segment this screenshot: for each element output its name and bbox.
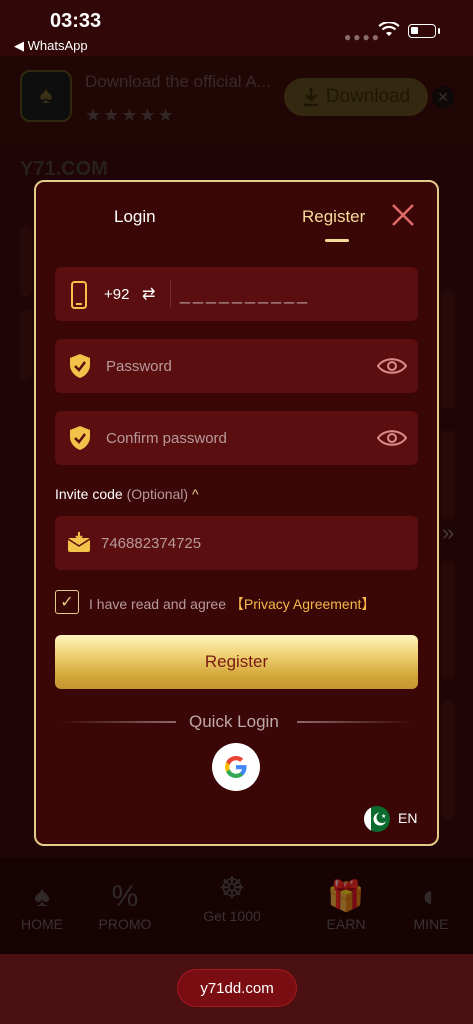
wifi-icon [378,22,400,36]
svg-text:★: ★ [381,813,386,820]
google-icon [225,756,247,778]
password-input[interactable]: Password [106,358,172,375]
agree-text: I have read and agree 【Privacy Agreement… [89,594,375,614]
language-selector[interactable]: EN [398,810,417,826]
signal-icon: ●●●● [344,30,381,44]
chevron-up-icon: ^ [191,486,199,502]
agree-label: I have read and agree [89,596,226,612]
active-tab-indicator [325,239,349,242]
divider-right [297,721,415,723]
tab-login[interactable]: Login [114,207,156,227]
agree-checkbox[interactable]: ✓ [55,590,79,614]
shield-icon [70,354,90,378]
confirm-password-input[interactable]: Confirm password [106,430,227,447]
phone-icon [71,281,87,309]
envelope-icon [67,532,91,552]
phone-input[interactable]: __________ [180,284,310,305]
divider-left [58,721,176,723]
eye-icon[interactable] [376,354,408,378]
invite-code-input[interactable]: 746882374725 [101,535,201,552]
divider [170,280,171,308]
invite-code-toggle[interactable]: Invite code (Optional) ^ [55,486,199,502]
shield-icon [70,426,90,450]
invite-label: Invite code [55,486,123,502]
url-pill[interactable]: y71dd.com [177,969,297,1007]
country-code[interactable]: +92 [104,286,129,303]
close-icon[interactable] [388,200,418,230]
google-login-button[interactable] [212,743,260,791]
swap-icon[interactable]: ⇄ [142,284,155,304]
invite-optional: (Optional) [126,486,189,502]
battery-icon [408,24,436,38]
tab-register[interactable]: Register [302,207,365,227]
register-button[interactable]: Register [55,635,418,689]
quick-login-label: Quick Login [189,712,279,731]
battery-tip [438,28,440,34]
back-to-app-link[interactable]: ◀ WhatsApp [14,38,88,54]
eye-icon[interactable] [376,426,408,450]
pakistan-flag-icon[interactable]: ★ [364,806,390,832]
privacy-agreement-link[interactable]: 【Privacy Agreement】 [230,596,376,612]
status-time: 03:33 [50,10,102,32]
